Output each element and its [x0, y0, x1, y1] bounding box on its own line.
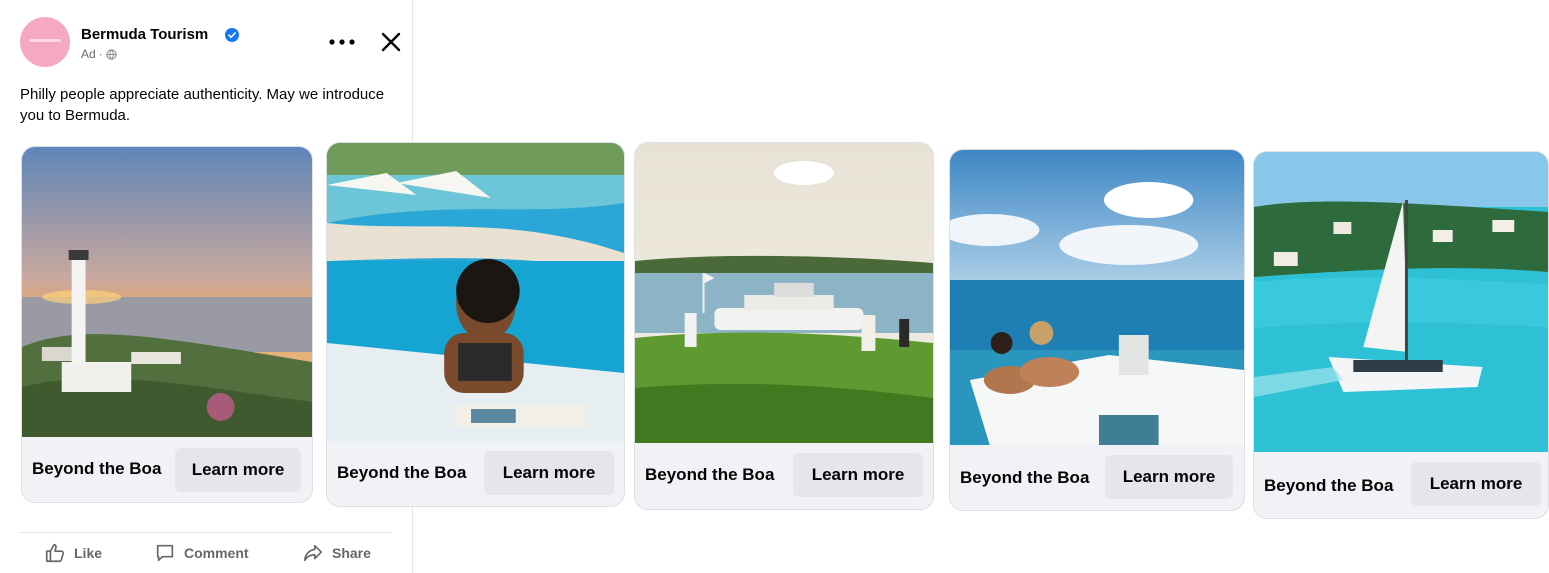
carousel-card[interactable]: Beyond the Boa Learn more [326, 142, 625, 507]
comment-label: Comment [184, 545, 249, 561]
verified-badge-icon [225, 28, 239, 42]
card-image-catamaran[interactable] [1254, 152, 1548, 452]
learn-more-button[interactable]: Learn more [1411, 462, 1541, 506]
carousel-card[interactable]: Beyond the Boa Learn more [21, 146, 313, 503]
like-icon [45, 543, 65, 563]
post-meta: Ad · [81, 47, 117, 61]
share-button[interactable]: Share [302, 542, 371, 564]
carousel-card[interactable]: Beyond the Boa Learn more [1253, 151, 1549, 519]
learn-more-button[interactable]: Learn more [175, 448, 301, 492]
like-label: Like [74, 545, 103, 561]
card-image-lighthouse[interactable] [22, 147, 312, 437]
comment-icon [156, 544, 174, 562]
carousel-card[interactable]: Beyond the Boa Learn more [949, 149, 1245, 511]
card-title: Beyond the Boa [337, 463, 467, 482]
card-title: Beyond the Boa [645, 465, 775, 484]
more-options-icon [329, 39, 355, 45]
post-caption: Philly people appreciate authenticity. M… [20, 86, 385, 124]
learn-more-button[interactable]: Learn more [793, 453, 923, 497]
globe-icon [106, 48, 117, 60]
comment-button[interactable]: Comment [154, 542, 249, 564]
close-ad-button[interactable] [377, 28, 405, 56]
sponsored-label: Ad [81, 47, 96, 61]
card-title: Beyond the Boa [1264, 476, 1394, 495]
actions-divider [20, 532, 392, 533]
close-icon [381, 32, 401, 52]
avatar-logo [29, 39, 61, 42]
page-name-link[interactable]: Bermuda Tourism [81, 26, 208, 43]
card-image-pool[interactable] [327, 143, 624, 441]
learn-more-button[interactable]: Learn more [484, 451, 614, 495]
more-options-button[interactable] [326, 28, 358, 56]
like-button[interactable]: Like [44, 542, 102, 564]
card-image-golf[interactable] [635, 143, 933, 443]
card-title: Beyond the Boa [960, 468, 1090, 487]
share-label: Share [332, 545, 371, 561]
meta-separator: · [98, 47, 103, 61]
page-avatar[interactable] [20, 17, 70, 67]
share-icon [303, 544, 323, 562]
learn-more-button[interactable]: Learn more [1105, 455, 1233, 499]
carousel-card[interactable]: Beyond the Boa Learn more [634, 142, 934, 510]
card-image-boat[interactable] [950, 150, 1244, 445]
card-title: Beyond the Boa [32, 459, 162, 478]
